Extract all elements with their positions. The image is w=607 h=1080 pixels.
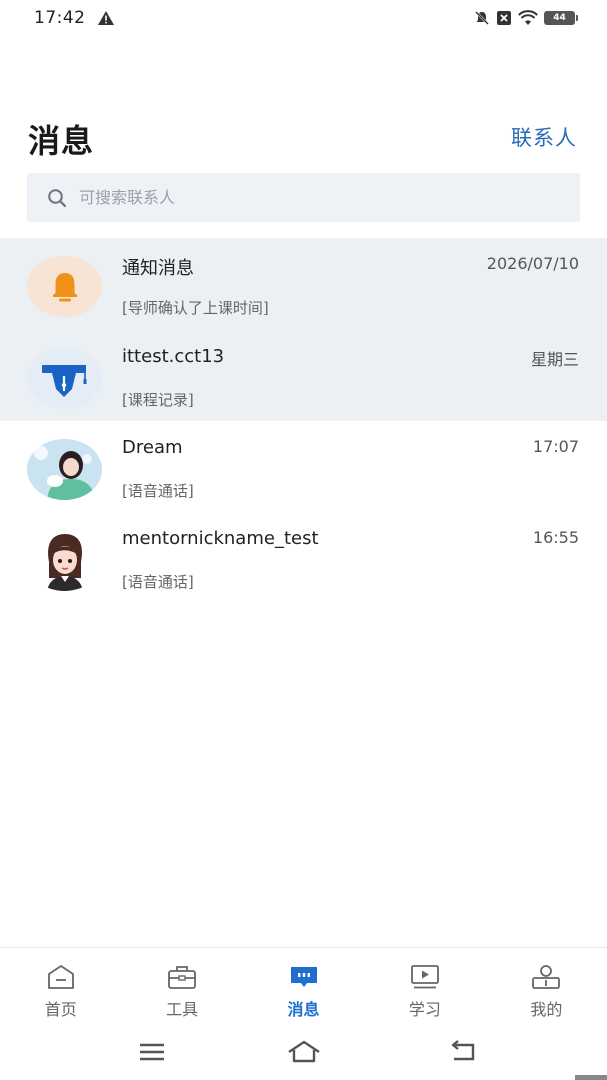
- back-icon[interactable]: [449, 1039, 479, 1065]
- tab-label: 学习: [408, 1000, 441, 1019]
- home-icon: [47, 965, 74, 989]
- video-play-icon: [411, 965, 439, 989]
- bottom-tab-bar: 首页 工具 消息 学习 我的: [0, 947, 607, 1027]
- conversation-item-dream[interactable]: Dream 17:07 [语音通话]: [0, 421, 607, 512]
- mute-icon: [475, 11, 489, 25]
- tab-tools[interactable]: 工具: [121, 948, 242, 1027]
- conversation-name: 通知消息: [122, 258, 194, 279]
- tab-label: 消息: [287, 1000, 320, 1019]
- status-bar: 17:42 44: [0, 0, 607, 38]
- conversation-preview: [导师确认了上课时间]: [122, 299, 269, 317]
- battery-icon: 44: [544, 11, 578, 25]
- system-nav-bar: [0, 1027, 607, 1080]
- gesture-indicator: [575, 1075, 607, 1080]
- graduation-cap-icon: [41, 364, 86, 397]
- contacts-link[interactable]: 联系人: [511, 122, 577, 152]
- conversation-preview: [语音通话]: [122, 573, 194, 591]
- cartoon-girl-image: [46, 534, 83, 591]
- status-time: 17:42: [34, 8, 86, 28]
- wifi-icon: [518, 10, 538, 25]
- conversation-time: 星期三: [530, 350, 579, 369]
- conversation-item-notifications[interactable]: 通知消息 2026/07/10 [导师确认了上课时间]: [0, 238, 607, 330]
- graduation-cap-avatar: [27, 348, 102, 409]
- conversation-item-mentor[interactable]: mentornickname_test 16:55 [语音通话]: [0, 512, 607, 603]
- close-box-icon: [497, 11, 511, 25]
- status-icons: 44: [474, 10, 578, 26]
- menu-icon[interactable]: [137, 1039, 167, 1065]
- cartoon-girl-avatar: [27, 530, 102, 591]
- tab-label: 我的: [530, 1000, 563, 1019]
- search-icon: [48, 188, 67, 207]
- bell-icon: [52, 272, 77, 301]
- user-photo-image: [27, 439, 102, 500]
- warning-icon: [98, 11, 114, 25]
- tab-label: 工具: [166, 1000, 199, 1019]
- conversation-time: 2026/07/10: [486, 254, 579, 273]
- conversation-preview: [课程记录]: [122, 391, 194, 409]
- tab-home[interactable]: 首页: [0, 948, 121, 1027]
- message-icon: [290, 967, 317, 987]
- conversation-list: 通知消息 2026/07/10 [导师确认了上课时间] ittest.cct13…: [0, 238, 607, 603]
- user-photo-avatar: [27, 439, 102, 500]
- conversation-time: 17:07: [532, 437, 579, 456]
- conversation-name: mentornickname_test: [122, 528, 319, 549]
- person-icon: [532, 965, 561, 989]
- tab-study[interactable]: 学习: [364, 948, 485, 1027]
- search-bar[interactable]: [27, 173, 580, 222]
- toolbox-icon: [168, 966, 197, 989]
- home-nav-icon[interactable]: [287, 1039, 321, 1065]
- conversation-item-ittest[interactable]: ittest.cct13 星期三 [课程记录]: [0, 330, 607, 421]
- bell-avatar: [27, 256, 102, 317]
- tab-label: 首页: [44, 1000, 77, 1019]
- search-input[interactable]: [79, 188, 559, 207]
- conversation-time: 16:55: [532, 528, 579, 547]
- page-title: 消息: [28, 122, 95, 160]
- conversation-name: Dream: [122, 437, 183, 458]
- tab-messages[interactable]: 消息: [243, 948, 364, 1027]
- conversation-name: ittest.cct13: [122, 346, 225, 367]
- tab-profile[interactable]: 我的: [486, 948, 607, 1027]
- conversation-preview: [语音通话]: [122, 482, 194, 500]
